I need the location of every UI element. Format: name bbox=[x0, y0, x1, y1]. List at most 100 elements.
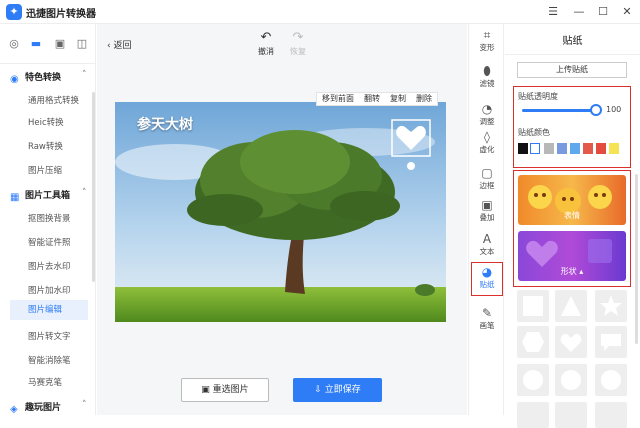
nav-item[interactable]: Raw转换 bbox=[28, 140, 63, 152]
title-bar: ✦ 迅捷图片转换器 ☰ — ☐ ✕ bbox=[0, 0, 640, 24]
nav-item[interactable]: 智能消除笔 bbox=[28, 354, 71, 366]
nav-section-image-toolbox[interactable]: ▦ 图片工具箱 ˄ bbox=[10, 188, 87, 203]
delete-button[interactable]: 删除 bbox=[411, 93, 437, 105]
photo-text-overlay[interactable]: 参天大树 bbox=[137, 114, 193, 134]
tool-label: 虚化 bbox=[479, 145, 495, 154]
tool-text[interactable]: A 文本 bbox=[471, 232, 503, 257]
color-swatch-orange-red[interactable] bbox=[596, 143, 606, 154]
nav-item[interactable]: 图片加水印 bbox=[28, 284, 71, 296]
text-icon: A bbox=[482, 232, 492, 246]
nav-item[interactable]: 马赛克笔 bbox=[28, 376, 62, 388]
chevron-up-icon: ˄ bbox=[82, 400, 87, 410]
app-title: 迅捷图片转换器 bbox=[26, 9, 96, 20]
shape-burst[interactable] bbox=[555, 364, 587, 396]
tool-frame[interactable]: ▢ 边框 bbox=[471, 166, 503, 191]
convert-icon[interactable]: ◎ bbox=[6, 36, 22, 52]
shape-triangle[interactable] bbox=[555, 290, 587, 322]
nav-item-image-edit[interactable]: 图片编辑 bbox=[10, 300, 88, 320]
color-swatch-black[interactable] bbox=[518, 143, 528, 154]
tool-adjust[interactable]: ◔ 调整 bbox=[471, 102, 503, 127]
menu-icon[interactable]: ☰ bbox=[544, 3, 562, 21]
shape-square[interactable] bbox=[517, 290, 549, 322]
bring-to-front-button[interactable]: 移到前面 bbox=[317, 93, 359, 105]
tool-strip: ⌗ 变形 ⬮ 滤镜 ◔ 调整 ◊ 虚化 ▢ 边框 ▣ 叠加 A 文本 ◕ 贴纸 ✎ 画笔 bbox=[468, 24, 504, 415]
flip-button[interactable]: 翻转 bbox=[359, 93, 385, 105]
nav-section-fun-images[interactable]: ◈ 趣玩图片 ˄ bbox=[10, 400, 87, 415]
opacity-slider-track[interactable] bbox=[522, 109, 594, 112]
panel-title: 贴纸 bbox=[562, 36, 583, 47]
tool-overlay[interactable]: ▣ 叠加 bbox=[471, 198, 503, 223]
tool-filter[interactable]: ⬮ 滤镜 bbox=[471, 64, 503, 89]
nav-item[interactable]: 图片去水印 bbox=[28, 260, 71, 272]
left-nav: ◎ ▬ ▣ ◫ ◉ 特色转换 ˄ 通用格式转换 Heic转换 Raw转换 图片压缩 … bbox=[0, 24, 96, 415]
chevron-up-icon: ˄ bbox=[82, 70, 87, 80]
shape-hexagon[interactable] bbox=[517, 326, 549, 358]
nav-icon-bar: ◎ ▬ ▣ ◫ bbox=[0, 24, 96, 64]
shape-badge[interactable] bbox=[517, 364, 549, 396]
image-tools-icon[interactable]: ▬ bbox=[28, 36, 44, 52]
blur-icon: ◊ bbox=[484, 130, 490, 144]
shape-item[interactable] bbox=[595, 402, 627, 428]
minimize-button[interactable]: — bbox=[570, 3, 588, 21]
section-label: 趣玩图片 bbox=[25, 403, 62, 413]
category-emoji-label: 表情 bbox=[564, 211, 580, 220]
reselect-image-button[interactable]: ▣ 重选图片 bbox=[181, 378, 269, 402]
shape-heart[interactable] bbox=[555, 326, 587, 358]
save-now-button[interactable]: ⇩ 立即保存 bbox=[293, 378, 382, 402]
opacity-slider-handle[interactable] bbox=[590, 104, 602, 116]
shape-item[interactable] bbox=[555, 402, 587, 428]
redo-label: 恢复 bbox=[290, 47, 306, 56]
color-swatch-yellow[interactable] bbox=[609, 143, 619, 154]
panel-scrollbar[interactable] bbox=[635, 174, 638, 344]
shape-scalloped[interactable] bbox=[595, 364, 627, 396]
tool-brush[interactable]: ✎ 画笔 bbox=[471, 306, 503, 331]
close-button[interactable]: ✕ bbox=[618, 3, 636, 21]
category-shape-label: 形状 ▴ bbox=[560, 267, 584, 276]
shape-speech-bubble[interactable] bbox=[595, 326, 627, 358]
undo-icon: ↶ bbox=[260, 30, 272, 45]
category-emoji-card[interactable]: 表情 bbox=[518, 175, 626, 225]
sticker-context-menu: 移到前面 翻转 复制 删除 bbox=[316, 92, 438, 106]
color-swatch-lightblue[interactable] bbox=[570, 143, 580, 154]
image-icon: ▣ bbox=[201, 385, 213, 395]
tool-blur[interactable]: ◊ 虚化 bbox=[471, 130, 503, 155]
save-icon: ⇩ bbox=[314, 385, 325, 395]
overlay-icon: ▣ bbox=[481, 198, 493, 212]
upload-sticker-button[interactable]: 上传贴纸 bbox=[517, 62, 627, 78]
opacity-label: 贴纸透明度 bbox=[518, 92, 558, 101]
shape-star[interactable] bbox=[595, 290, 627, 322]
category-shape-card[interactable]: 形状 ▴ bbox=[518, 231, 626, 281]
color-swatch-gray[interactable] bbox=[544, 143, 554, 154]
color-label: 贴纸颜色 bbox=[518, 128, 550, 137]
shape-item[interactable] bbox=[517, 402, 549, 428]
edit-photo[interactable]: 参天大树 bbox=[115, 102, 446, 322]
color-swatch-white[interactable] bbox=[530, 143, 540, 154]
tool-label: 叠加 bbox=[479, 213, 495, 222]
redo-button[interactable]: ↷ 恢复 bbox=[283, 30, 313, 57]
color-swatch-red[interactable] bbox=[583, 143, 593, 154]
tool-label: 边框 bbox=[479, 181, 495, 190]
filter-icon: ⬮ bbox=[483, 64, 491, 78]
nav-item[interactable]: 图片转文字 bbox=[28, 330, 71, 342]
nav-item[interactable]: 通用格式转换 bbox=[28, 94, 79, 106]
chevron-up-icon: ˄ bbox=[82, 188, 87, 198]
tool-sticker[interactable]: ◕ 贴纸 bbox=[471, 262, 503, 296]
tool-label: 调整 bbox=[479, 117, 495, 126]
maximize-button[interactable]: ☐ bbox=[594, 3, 612, 21]
nav-section-special-convert[interactable]: ◉ 特色转换 ˄ bbox=[10, 70, 87, 85]
copy-button[interactable]: 复制 bbox=[385, 93, 411, 105]
tool-transform[interactable]: ⌗ 变形 bbox=[471, 28, 503, 53]
nav-item[interactable]: 图片压缩 bbox=[28, 164, 62, 176]
nav-scrollbar[interactable] bbox=[92, 92, 95, 282]
nav-item[interactable]: 智能证件照 bbox=[28, 236, 71, 248]
photo-icon[interactable]: ▣ bbox=[52, 36, 68, 52]
undo-button[interactable]: ↶ 撤消 bbox=[251, 30, 281, 57]
layers-icon[interactable]: ◫ bbox=[74, 36, 90, 52]
tree-photo-image bbox=[115, 102, 446, 322]
color-swatch-blue[interactable] bbox=[557, 143, 567, 154]
nav-item[interactable]: 抠图换背景 bbox=[28, 212, 71, 224]
brush-icon: ✎ bbox=[481, 306, 493, 320]
back-button[interactable]: ‹ 返回 bbox=[107, 38, 131, 51]
section-icon: ◈ bbox=[10, 404, 18, 415]
nav-item[interactable]: Heic转换 bbox=[28, 116, 64, 128]
